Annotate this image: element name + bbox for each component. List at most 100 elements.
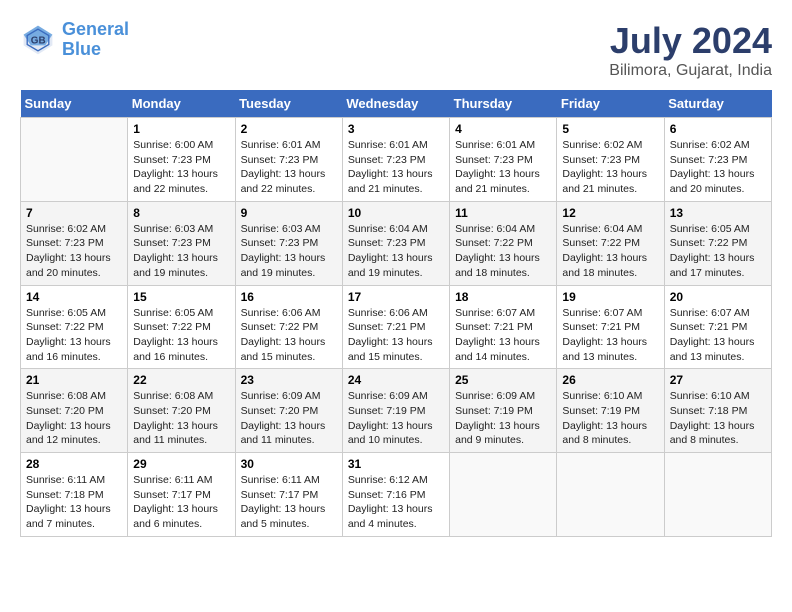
day-info: Sunrise: 6:08 AMSunset: 7:20 PMDaylight:…: [26, 389, 122, 448]
weekday-header-friday: Friday: [557, 90, 664, 118]
day-number: 24: [348, 373, 444, 387]
calendar-cell: 25 Sunrise: 6:09 AMSunset: 7:19 PMDayligh…: [450, 369, 557, 453]
day-info: Sunrise: 6:12 AMSunset: 7:16 PMDaylight:…: [348, 473, 444, 532]
weekday-header-monday: Monday: [128, 90, 235, 118]
weekday-header-thursday: Thursday: [450, 90, 557, 118]
calendar-cell: 9 Sunrise: 6:03 AMSunset: 7:23 PMDaylight…: [235, 201, 342, 285]
calendar-cell: 6 Sunrise: 6:02 AMSunset: 7:23 PMDaylight…: [664, 118, 771, 202]
calendar-cell: 8Sunrise: 6:03 AMSunset: 7:23 PMDaylight…: [128, 201, 235, 285]
day-info: Sunrise: 6:02 AMSunset: 7:23 PMDaylight:…: [562, 138, 658, 197]
calendar-cell: 10 Sunrise: 6:04 AMSunset: 7:23 PMDayligh…: [342, 201, 449, 285]
calendar-week-3: 14Sunrise: 6:05 AMSunset: 7:22 PMDayligh…: [21, 285, 772, 369]
day-number: 9: [241, 206, 337, 220]
weekday-header-wednesday: Wednesday: [342, 90, 449, 118]
calendar-cell: 26 Sunrise: 6:10 AMSunset: 7:19 PMDayligh…: [557, 369, 664, 453]
weekday-header-saturday: Saturday: [664, 90, 771, 118]
calendar-cell: 7Sunrise: 6:02 AMSunset: 7:23 PMDaylight…: [21, 201, 128, 285]
day-info: Sunrise: 6:09 AMSunset: 7:20 PMDaylight:…: [241, 389, 337, 448]
day-info: Sunrise: 6:07 AMSunset: 7:21 PMDaylight:…: [670, 306, 766, 365]
location: Bilimora, Gujarat, India: [609, 62, 772, 80]
day-info: Sunrise: 6:11 AMSunset: 7:17 PMDaylight:…: [133, 473, 229, 532]
calendar-week-2: 7Sunrise: 6:02 AMSunset: 7:23 PMDaylight…: [21, 201, 772, 285]
day-info: Sunrise: 6:01 AMSunset: 7:23 PMDaylight:…: [455, 138, 551, 197]
day-number: 1: [133, 122, 229, 136]
calendar-cell: 24 Sunrise: 6:09 AMSunset: 7:19 PMDayligh…: [342, 369, 449, 453]
calendar-cell: [21, 118, 128, 202]
calendar-cell: 21 Sunrise: 6:08 AMSunset: 7:20 PMDayligh…: [21, 369, 128, 453]
logo-text: General Blue: [62, 20, 129, 60]
calendar-cell: 22Sunrise: 6:08 AMSunset: 7:20 PMDayligh…: [128, 369, 235, 453]
day-number: 5: [562, 122, 658, 136]
day-info: Sunrise: 6:11 AMSunset: 7:18 PMDaylight:…: [26, 473, 122, 532]
day-number: 3: [348, 122, 444, 136]
day-number: 28: [26, 457, 122, 471]
calendar-week-5: 28 Sunrise: 6:11 AMSunset: 7:18 PMDayligh…: [21, 453, 772, 537]
day-info: Sunrise: 6:05 AMSunset: 7:22 PMDaylight:…: [26, 306, 122, 365]
day-number: 11: [455, 206, 551, 220]
title-block: July 2024 Bilimora, Gujarat, India: [609, 20, 772, 80]
day-info: Sunrise: 6:01 AMSunset: 7:23 PMDaylight:…: [241, 138, 337, 197]
logo-icon: GB: [20, 22, 56, 58]
day-info: Sunrise: 6:10 AMSunset: 7:19 PMDaylight:…: [562, 389, 658, 448]
day-number: 15: [133, 290, 229, 304]
calendar-cell: 3 Sunrise: 6:01 AMSunset: 7:23 PMDaylight…: [342, 118, 449, 202]
day-info: Sunrise: 6:00 AMSunset: 7:23 PMDaylight:…: [133, 138, 229, 197]
day-info: Sunrise: 6:07 AMSunset: 7:21 PMDaylight:…: [562, 306, 658, 365]
day-info: Sunrise: 6:04 AMSunset: 7:22 PMDaylight:…: [455, 222, 551, 281]
calendar-cell: 17Sunrise: 6:06 AMSunset: 7:21 PMDayligh…: [342, 285, 449, 369]
day-number: 12: [562, 206, 658, 220]
calendar-table: SundayMondayTuesdayWednesdayThursdayFrid…: [20, 90, 772, 537]
day-number: 26: [562, 373, 658, 387]
calendar-cell: 13 Sunrise: 6:05 AMSunset: 7:22 PMDayligh…: [664, 201, 771, 285]
day-number: 20: [670, 290, 766, 304]
day-number: 8: [133, 206, 229, 220]
svg-text:GB: GB: [31, 35, 46, 46]
day-info: Sunrise: 6:09 AMSunset: 7:19 PMDaylight:…: [348, 389, 444, 448]
day-number: 30: [241, 457, 337, 471]
day-number: 10: [348, 206, 444, 220]
page-header: GB General Blue July 2024 Bilimora, Guja…: [20, 20, 772, 80]
day-info: Sunrise: 6:09 AMSunset: 7:19 PMDaylight:…: [455, 389, 551, 448]
day-info: Sunrise: 6:01 AMSunset: 7:23 PMDaylight:…: [348, 138, 444, 197]
day-number: 4: [455, 122, 551, 136]
calendar-cell: 19 Sunrise: 6:07 AMSunset: 7:21 PMDayligh…: [557, 285, 664, 369]
calendar-cell: 29Sunrise: 6:11 AMSunset: 7:17 PMDayligh…: [128, 453, 235, 537]
day-info: Sunrise: 6:05 AMSunset: 7:22 PMDaylight:…: [670, 222, 766, 281]
day-info: Sunrise: 6:04 AMSunset: 7:23 PMDaylight:…: [348, 222, 444, 281]
day-number: 27: [670, 373, 766, 387]
day-info: Sunrise: 6:03 AMSunset: 7:23 PMDaylight:…: [241, 222, 337, 281]
day-info: Sunrise: 6:07 AMSunset: 7:21 PMDaylight:…: [455, 306, 551, 365]
calendar-cell: 20 Sunrise: 6:07 AMSunset: 7:21 PMDayligh…: [664, 285, 771, 369]
calendar-cell: 31 Sunrise: 6:12 AMSunset: 7:16 PMDayligh…: [342, 453, 449, 537]
calendar-cell: 2 Sunrise: 6:01 AMSunset: 7:23 PMDaylight…: [235, 118, 342, 202]
day-number: 25: [455, 373, 551, 387]
calendar-cell: 23 Sunrise: 6:09 AMSunset: 7:20 PMDayligh…: [235, 369, 342, 453]
day-info: Sunrise: 6:08 AMSunset: 7:20 PMDaylight:…: [133, 389, 229, 448]
calendar-cell: [450, 453, 557, 537]
calendar-cell: 11 Sunrise: 6:04 AMSunset: 7:22 PMDayligh…: [450, 201, 557, 285]
day-number: 23: [241, 373, 337, 387]
day-number: 6: [670, 122, 766, 136]
day-number: 13: [670, 206, 766, 220]
calendar-cell: 1 Sunrise: 6:00 AMSunset: 7:23 PMDaylight…: [128, 118, 235, 202]
day-number: 31: [348, 457, 444, 471]
calendar-cell: 18Sunrise: 6:07 AMSunset: 7:21 PMDayligh…: [450, 285, 557, 369]
day-number: 7: [26, 206, 122, 220]
calendar-cell: 28 Sunrise: 6:11 AMSunset: 7:18 PMDayligh…: [21, 453, 128, 537]
calendar-cell: 15 Sunrise: 6:05 AMSunset: 7:22 PMDayligh…: [128, 285, 235, 369]
day-number: 2: [241, 122, 337, 136]
logo: GB General Blue: [20, 20, 129, 60]
day-info: Sunrise: 6:06 AMSunset: 7:21 PMDaylight:…: [348, 306, 444, 365]
day-number: 19: [562, 290, 658, 304]
day-info: Sunrise: 6:05 AMSunset: 7:22 PMDaylight:…: [133, 306, 229, 365]
day-number: 21: [26, 373, 122, 387]
calendar-cell: 27Sunrise: 6:10 AMSunset: 7:18 PMDayligh…: [664, 369, 771, 453]
day-info: Sunrise: 6:06 AMSunset: 7:22 PMDaylight:…: [241, 306, 337, 365]
weekday-header-tuesday: Tuesday: [235, 90, 342, 118]
day-info: Sunrise: 6:04 AMSunset: 7:22 PMDaylight:…: [562, 222, 658, 281]
calendar-cell: [557, 453, 664, 537]
day-info: Sunrise: 6:02 AMSunset: 7:23 PMDaylight:…: [670, 138, 766, 197]
calendar-week-1: 1 Sunrise: 6:00 AMSunset: 7:23 PMDaylight…: [21, 118, 772, 202]
calendar-cell: 14Sunrise: 6:05 AMSunset: 7:22 PMDayligh…: [21, 285, 128, 369]
day-number: 16: [241, 290, 337, 304]
